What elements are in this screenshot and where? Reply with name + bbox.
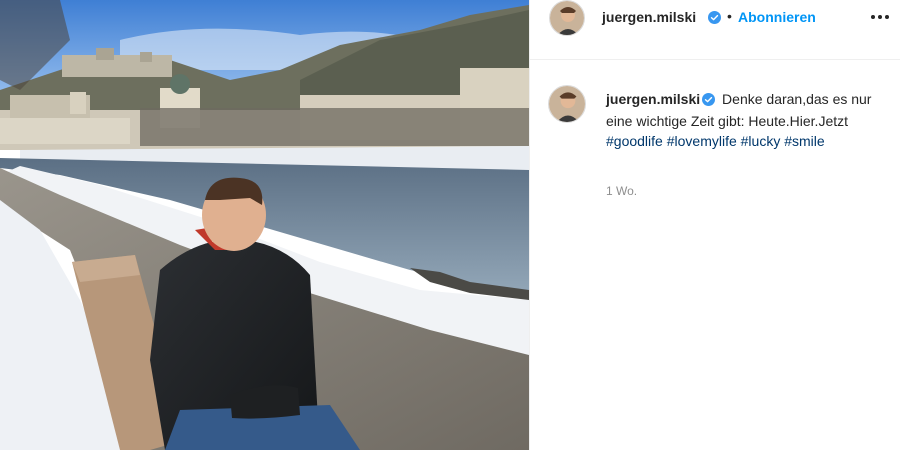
post-side-panel: juergen.milski • Abonnieren juergen.mils… — [529, 0, 900, 450]
verified-badge-icon — [708, 11, 721, 29]
post-header: juergen.milski • Abonnieren — [530, 0, 900, 37]
post-photo[interactable] — [0, 0, 529, 450]
more-horizontal-icon[interactable] — [870, 5, 890, 29]
hashtag-link[interactable]: #smile — [784, 133, 824, 149]
caption-text: juergen.milski Denke daran,das es nur ei… — [606, 89, 896, 151]
header-separator: • — [727, 8, 732, 24]
caption-avatar[interactable] — [548, 85, 586, 123]
post-timestamp[interactable]: 1 Wo. — [606, 184, 637, 198]
caption-username[interactable]: juergen.milski — [606, 91, 700, 107]
header-divider — [530, 59, 900, 60]
hashtag-link[interactable]: #lucky — [741, 133, 781, 149]
verified-badge-icon — [702, 91, 716, 111]
instagram-post: juergen.milski • Abonnieren juergen.mils… — [0, 0, 900, 450]
post-author-username[interactable]: juergen.milski — [602, 9, 696, 25]
hashtag-link[interactable]: #lovemylife — [667, 133, 737, 149]
follow-button[interactable]: Abonnieren — [738, 9, 816, 25]
avatar[interactable] — [549, 0, 585, 36]
avatar-image — [550, 1, 584, 35]
hashtag-link[interactable]: #goodlife — [606, 133, 663, 149]
avatar-image — [549, 86, 585, 122]
riverside-photo — [0, 0, 529, 450]
